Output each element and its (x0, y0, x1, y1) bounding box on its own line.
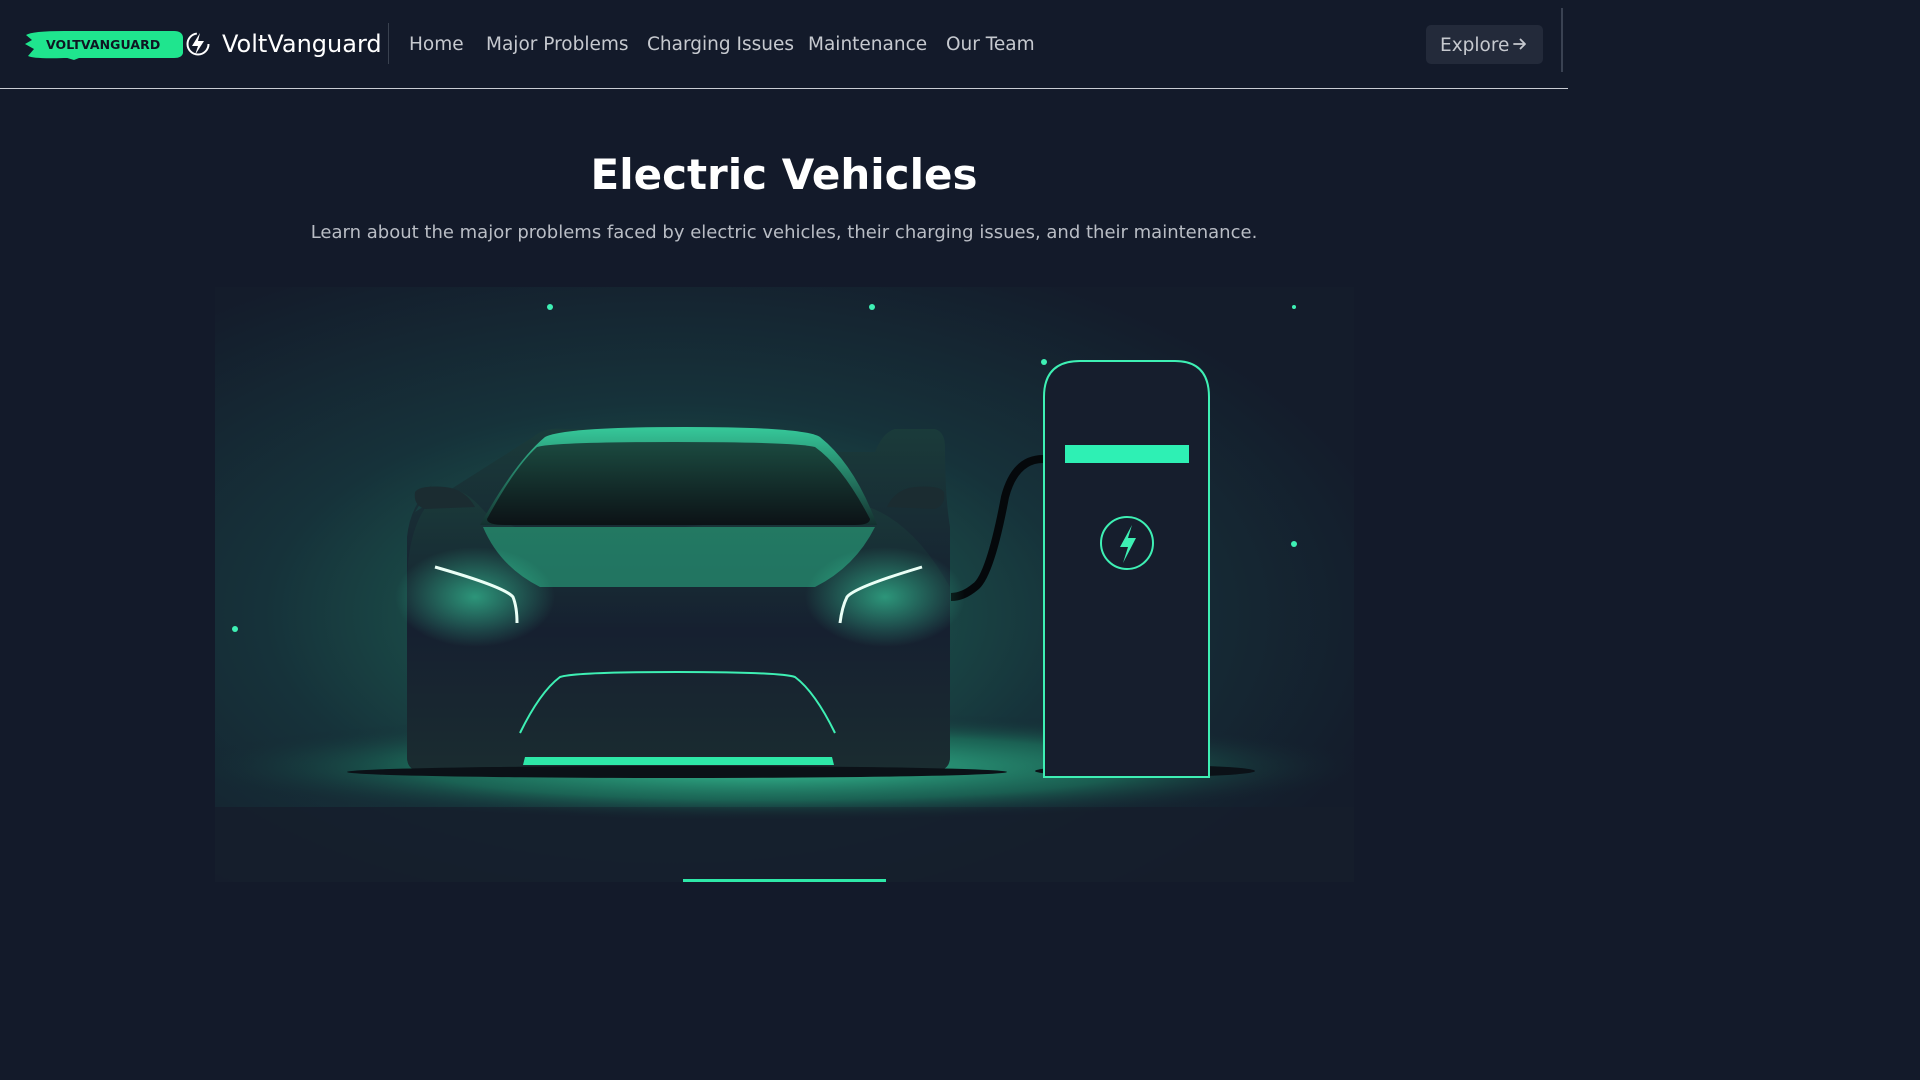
nav-link-charging-issues[interactable]: Charging Issues (647, 34, 794, 55)
electric-car-charging-illustration (215, 287, 1354, 882)
explore-button-label: Explore (1440, 35, 1510, 56)
explore-button[interactable]: Explore (1426, 25, 1543, 64)
hero-subtitle: Learn about the major problems faced by … (310, 222, 1258, 243)
brand-badge-text: VOLTVANGUARD (46, 37, 161, 52)
bolt-icon (186, 32, 210, 56)
scrollbar-thumb[interactable] (1561, 8, 1563, 72)
brand-name[interactable]: VoltVanguard (222, 30, 382, 58)
nav-divider (388, 23, 389, 64)
nav-link-home[interactable]: Home (409, 34, 464, 55)
brand-badge[interactable]: VOLTVANGUARD (24, 29, 184, 60)
navbar: VOLTVANGUARD VoltVanguard Home Major Pro… (0, 0, 1568, 89)
hero-title: Electric Vehicles (590, 150, 978, 199)
arrow-right-icon (1513, 38, 1526, 50)
nav-link-our-team[interactable]: Our Team (946, 34, 1035, 55)
nav-link-major-problems[interactable]: Major Problems (486, 34, 629, 55)
nav-link-maintenance[interactable]: Maintenance (808, 34, 927, 55)
